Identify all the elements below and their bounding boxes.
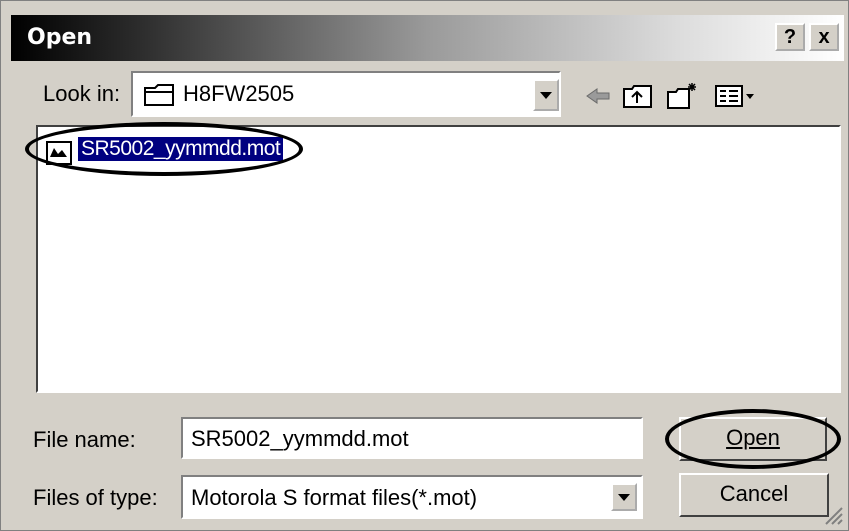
help-button[interactable]: ?	[775, 23, 805, 51]
file-icon	[46, 141, 72, 165]
file-type-dropdown-button[interactable]	[611, 483, 637, 511]
open-dialog: Open ? x Look in: H8FW2505 SR5002_yymmdd…	[0, 0, 849, 531]
file-name-input[interactable]: SR5002_yymmdd.mot	[181, 417, 643, 459]
open-button[interactable]: Open	[679, 417, 827, 461]
look-in-value: H8FW2505	[183, 81, 295, 106]
file-list-item[interactable]: SR5002_yymmdd.mot	[42, 135, 310, 169]
file-name-value: SR5002_yymmdd.mot	[191, 426, 409, 451]
close-button[interactable]: x	[809, 23, 839, 51]
up-folder-icon[interactable]	[621, 80, 655, 112]
chevron-down-icon	[618, 494, 630, 501]
resize-grip-icon[interactable]	[822, 504, 844, 526]
file-type-value: Motorola S format files(*.mot)	[191, 485, 478, 510]
look-in-label: Look in:	[43, 81, 121, 106]
title-bar[interactable]: Open ? x	[11, 15, 844, 61]
file-type-label: Files of type:	[33, 485, 158, 510]
file-type-select[interactable]: Motorola S format files(*.mot)	[181, 475, 643, 519]
open-button-label: Open	[726, 425, 780, 450]
folder-icon	[144, 84, 174, 106]
look-in-combo[interactable]: H8FW2505	[131, 71, 561, 117]
file-name-label-text: File name:	[33, 427, 136, 452]
look-in-dropdown-button[interactable]	[533, 79, 559, 111]
chevron-down-icon	[540, 92, 552, 99]
back-arrow-icon[interactable]	[581, 80, 615, 112]
view-menu-icon[interactable]	[713, 80, 759, 112]
file-name-label: SR5002_yymmdd.mot	[78, 137, 284, 161]
window-title: Open	[27, 25, 93, 50]
cancel-button[interactable]: Cancel	[679, 473, 829, 517]
file-list[interactable]: SR5002_yymmdd.mot	[36, 125, 841, 393]
new-folder-icon[interactable]	[665, 80, 699, 112]
